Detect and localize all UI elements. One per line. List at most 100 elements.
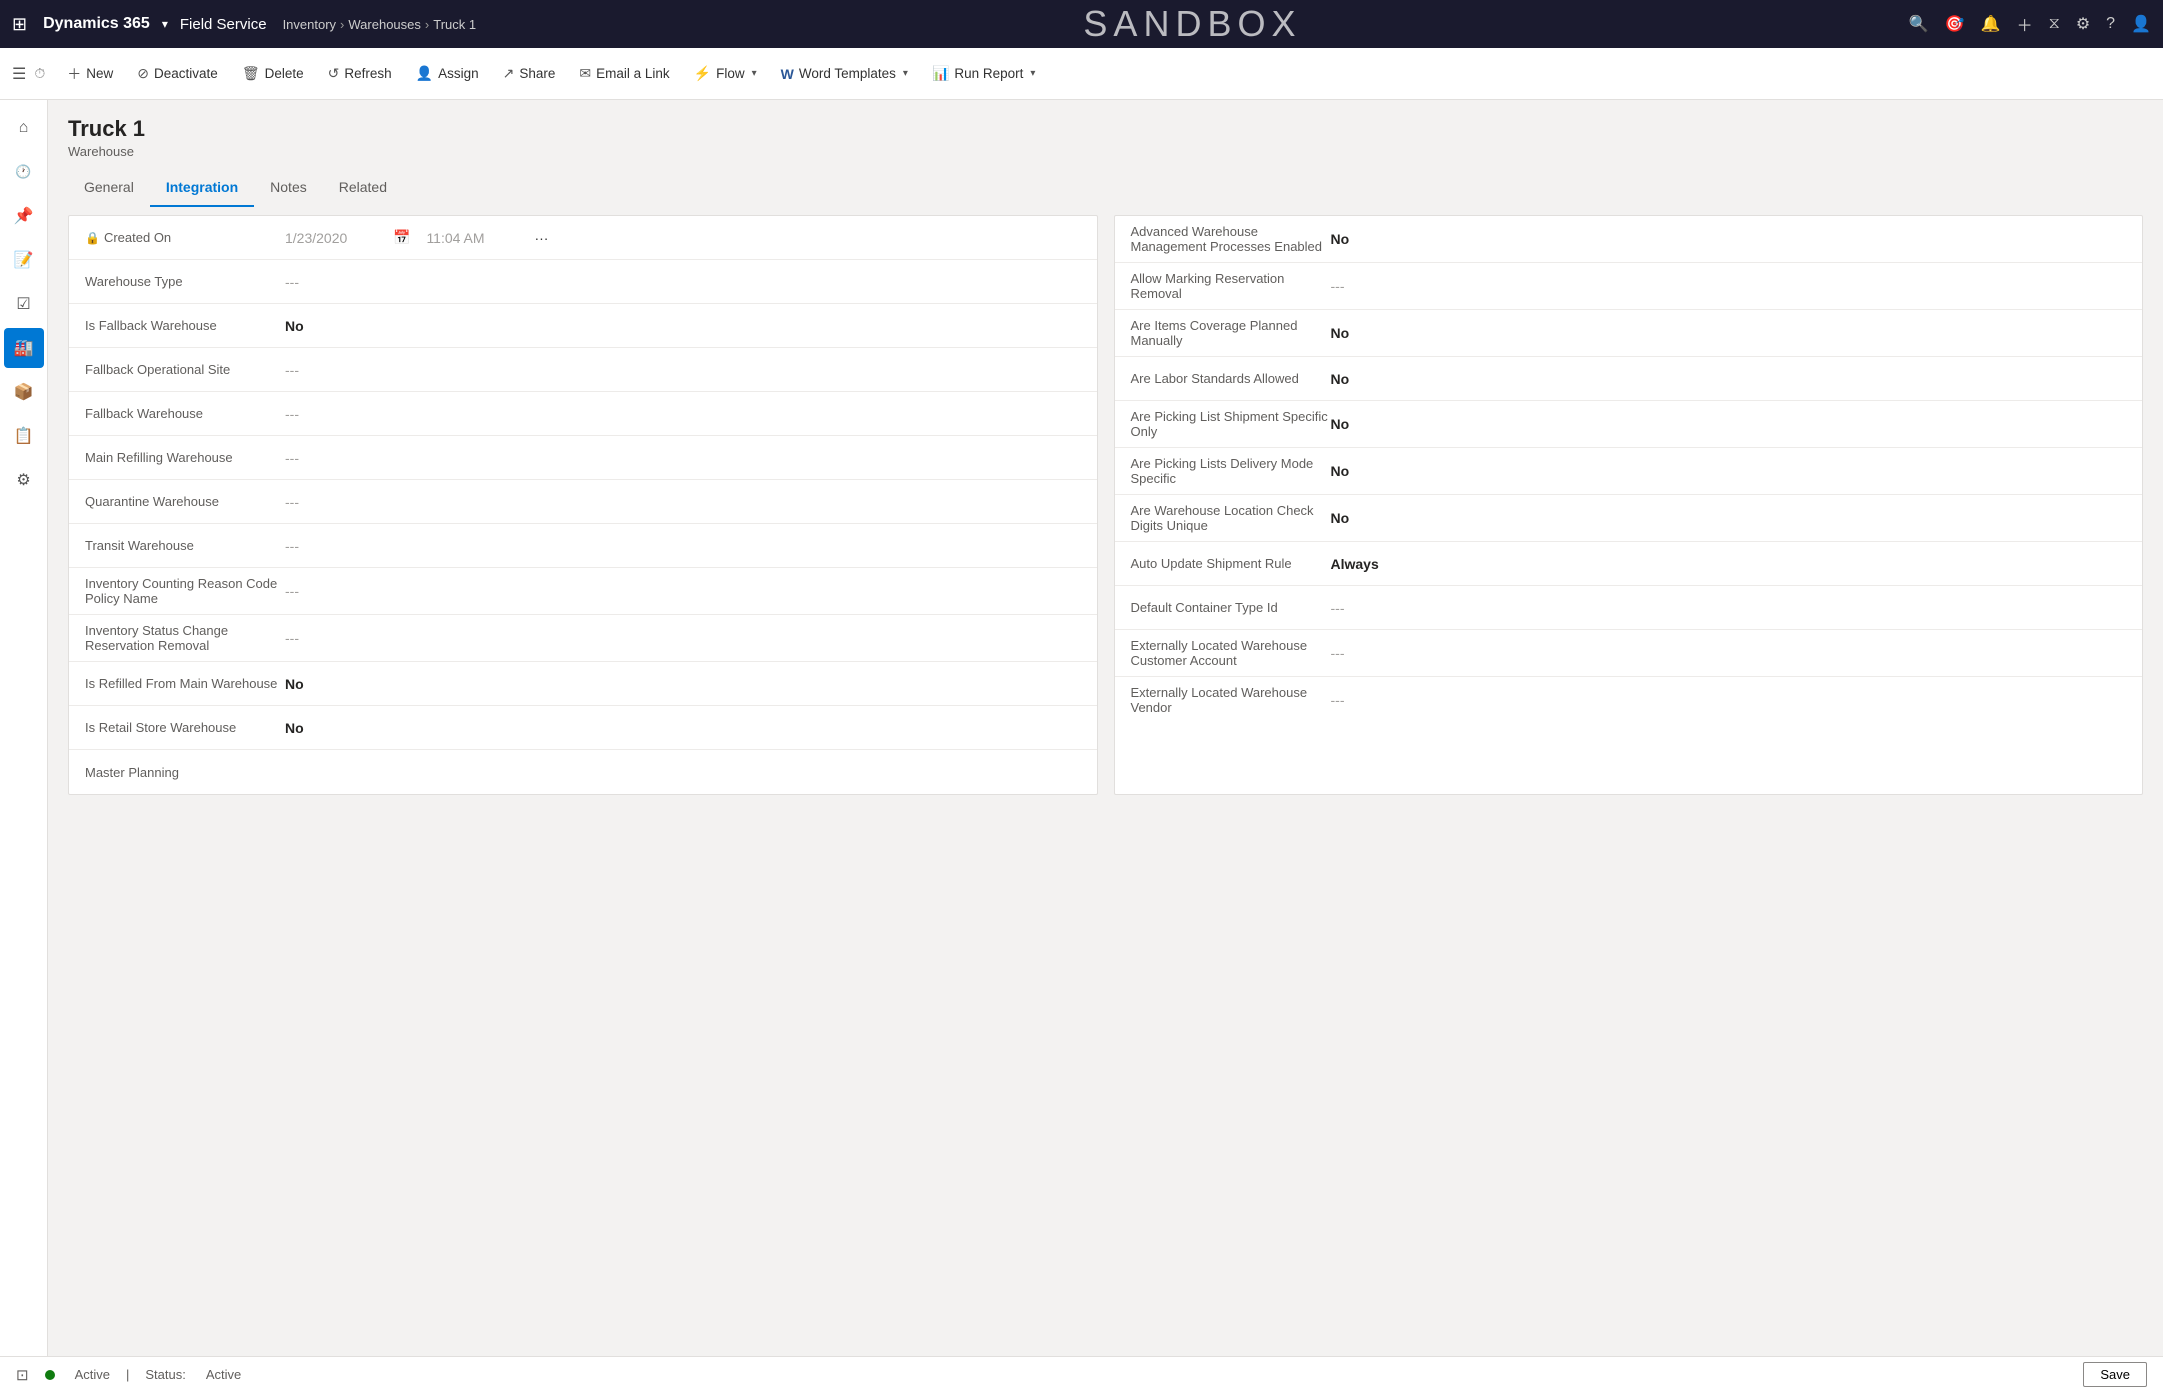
deactivate-button[interactable]: ⊘ Deactivate xyxy=(127,59,228,88)
sidebar-item-home[interactable]: ⌂ xyxy=(4,108,44,148)
word-templates-button[interactable]: W Word Templates ▾ xyxy=(771,60,918,88)
run-report-chevron: ▾ xyxy=(1030,68,1035,79)
field-advanced-warehouse-mgmt: Advanced Warehouse Management Processes … xyxy=(1115,216,2143,263)
tab-general[interactable]: General xyxy=(68,171,150,207)
brand-chevron: ▾ xyxy=(162,17,168,31)
target-icon[interactable]: 🎯 xyxy=(1945,14,1965,34)
field-label-fallback-operational-site: Fallback Operational Site xyxy=(85,362,285,377)
deactivate-icon: ⊘ xyxy=(137,65,149,82)
refresh-icon: ↺ xyxy=(328,65,340,82)
time-input[interactable] xyxy=(426,230,526,246)
tab-notes[interactable]: Notes xyxy=(254,171,323,207)
sidebar-item-settings[interactable]: ⚙ xyxy=(4,460,44,500)
field-transit-warehouse: Transit Warehouse --- xyxy=(69,524,1097,568)
filter-icon[interactable]: ⧖ xyxy=(2049,15,2060,33)
command-bar: ☰ ⏱ ＋ New ⊘ Deactivate 🗑 Delete ↺ Refres… xyxy=(0,48,2163,100)
new-button[interactable]: ＋ New xyxy=(57,58,123,90)
word-templates-chevron: ▾ xyxy=(903,68,908,79)
flow-chevron: ▾ xyxy=(752,68,757,79)
field-value-warehouse-location-check: No xyxy=(1331,510,2127,526)
delete-button[interactable]: 🗑 Delete xyxy=(232,59,314,88)
save-button[interactable]: Save xyxy=(2083,1362,2147,1387)
help-icon[interactable]: ? xyxy=(2106,15,2115,33)
field-default-container-type: Default Container Type Id --- xyxy=(1115,586,2143,630)
field-value-inventory-counting-reason: --- xyxy=(285,583,1081,599)
calendar-icon[interactable]: 📅 xyxy=(393,229,410,246)
field-is-refilled-from-main: Is Refilled From Main Warehouse No xyxy=(69,662,1097,706)
gear-icon[interactable]: ⚙ xyxy=(2076,14,2090,34)
field-label-master-planning: Master Planning xyxy=(85,765,285,780)
field-label-is-fallback-warehouse: Is Fallback Warehouse xyxy=(85,318,285,333)
brand-name[interactable]: Dynamics 365 xyxy=(43,15,150,33)
sandbox-label: SANDBOX xyxy=(484,3,1901,45)
field-items-coverage-planned: Are Items Coverage Planned Manually No xyxy=(1115,310,2143,357)
record-title: Truck 1 xyxy=(68,116,2143,142)
sidebar-item-box[interactable]: 📦 xyxy=(4,372,44,412)
share-button[interactable]: ↗ Share xyxy=(493,59,566,88)
field-value-created-on[interactable]: 📅 ··· xyxy=(285,229,1081,246)
flow-button[interactable]: ⚡ Flow ▾ xyxy=(684,59,767,88)
field-auto-update-shipment: Auto Update Shipment Rule Always xyxy=(1115,542,2143,586)
user-icon[interactable]: 👤 xyxy=(2131,14,2151,34)
field-value-default-container-type: --- xyxy=(1331,600,2127,616)
breadcrumb-inventory[interactable]: Inventory xyxy=(283,17,336,32)
active-label: Active xyxy=(75,1367,110,1382)
field-value-auto-update-shipment: Always xyxy=(1331,556,2127,572)
sidebar-item-check[interactable]: ☑ xyxy=(4,284,44,324)
field-value-main-refilling-warehouse: --- xyxy=(285,450,1081,466)
breadcrumb: Inventory › Warehouses › Truck 1 xyxy=(283,17,477,32)
breadcrumb-truck1[interactable]: Truck 1 xyxy=(433,17,476,32)
field-fallback-operational-site: Fallback Operational Site --- xyxy=(69,348,1097,392)
sidebar-item-reports[interactable]: 📋 xyxy=(4,416,44,456)
tab-related[interactable]: Related xyxy=(323,171,403,207)
collapse-sidebar-icon[interactable]: ☰ xyxy=(12,64,26,84)
field-value-is-fallback-warehouse: No xyxy=(285,318,1081,334)
search-icon[interactable]: 🔍 xyxy=(1909,14,1929,34)
assign-icon: 👤 xyxy=(416,65,433,82)
date-input[interactable] xyxy=(285,230,385,246)
sidebar-item-warehouse[interactable]: 🏭 xyxy=(4,328,44,368)
field-allow-marking-reservation: Allow Marking Reservation Removal --- xyxy=(1115,263,2143,310)
field-label-is-refilled-from-main: Is Refilled From Main Warehouse xyxy=(85,676,285,691)
field-label-allow-marking-reservation: Allow Marking Reservation Removal xyxy=(1131,271,1331,301)
screen-reader-icon[interactable]: ⊡ xyxy=(16,1366,29,1384)
refresh-button[interactable]: ↺ Refresh xyxy=(318,59,402,88)
field-inventory-counting-reason: Inventory Counting Reason Code Policy Na… xyxy=(69,568,1097,615)
field-value-quarantine-warehouse: --- xyxy=(285,494,1081,510)
history-icon[interactable]: ⏱ xyxy=(34,65,45,82)
field-warehouse-location-check: Are Warehouse Location Check Digits Uniq… xyxy=(1115,495,2143,542)
left-form-section: 🔒 Created On 📅 ··· Warehouse Type --- xyxy=(68,215,1098,795)
email-link-button[interactable]: ✉ Email a Link xyxy=(569,59,679,88)
word-templates-label: Word Templates xyxy=(799,66,896,81)
field-fallback-warehouse: Fallback Warehouse --- xyxy=(69,392,1097,436)
sidebar-item-notes[interactable]: 📝 xyxy=(4,240,44,280)
sidebar-item-recent[interactable]: 🕐 xyxy=(4,152,44,192)
app-name[interactable]: Field Service xyxy=(180,16,267,33)
grid-menu-icon[interactable]: ⊞ xyxy=(12,14,27,35)
tab-integration[interactable]: Integration xyxy=(150,171,254,207)
field-label-quarantine-warehouse: Quarantine Warehouse xyxy=(85,494,285,509)
breadcrumb-warehouses[interactable]: Warehouses xyxy=(348,17,421,32)
field-master-planning: Master Planning xyxy=(69,750,1097,794)
plus-icon[interactable]: ＋ xyxy=(2017,12,2033,36)
field-externally-located-customer: Externally Located Warehouse Customer Ac… xyxy=(1115,630,2143,677)
tabs: General Integration Notes Related xyxy=(68,171,2143,207)
run-report-button[interactable]: 📊 Run Report ▾ xyxy=(922,59,1046,88)
sidebar-item-pinned[interactable]: 📌 xyxy=(4,196,44,236)
time-more-icon[interactable]: ··· xyxy=(534,230,548,246)
new-icon: ＋ xyxy=(67,64,81,84)
share-icon: ↗ xyxy=(503,65,515,82)
field-is-retail-store: Is Retail Store Warehouse No xyxy=(69,706,1097,750)
field-label-advanced-warehouse-mgmt: Advanced Warehouse Management Processes … xyxy=(1131,224,1331,254)
assign-button[interactable]: 👤 Assign xyxy=(406,59,489,88)
field-value-allow-marking-reservation: --- xyxy=(1331,278,2127,294)
status-value: Active xyxy=(206,1367,241,1382)
bell-icon[interactable]: 🔔 xyxy=(1981,14,2001,34)
field-label-picking-lists-delivery: Are Picking Lists Delivery Mode Specific xyxy=(1131,456,1331,486)
field-label-picking-list-shipment: Are Picking List Shipment Specific Only xyxy=(1131,409,1331,439)
field-label-warehouse-type: Warehouse Type xyxy=(85,274,285,289)
field-label-main-refilling-warehouse: Main Refilling Warehouse xyxy=(85,450,285,465)
field-label-fallback-warehouse: Fallback Warehouse xyxy=(85,406,285,421)
field-label-transit-warehouse: Transit Warehouse xyxy=(85,538,285,553)
status-separator: | xyxy=(126,1367,129,1382)
